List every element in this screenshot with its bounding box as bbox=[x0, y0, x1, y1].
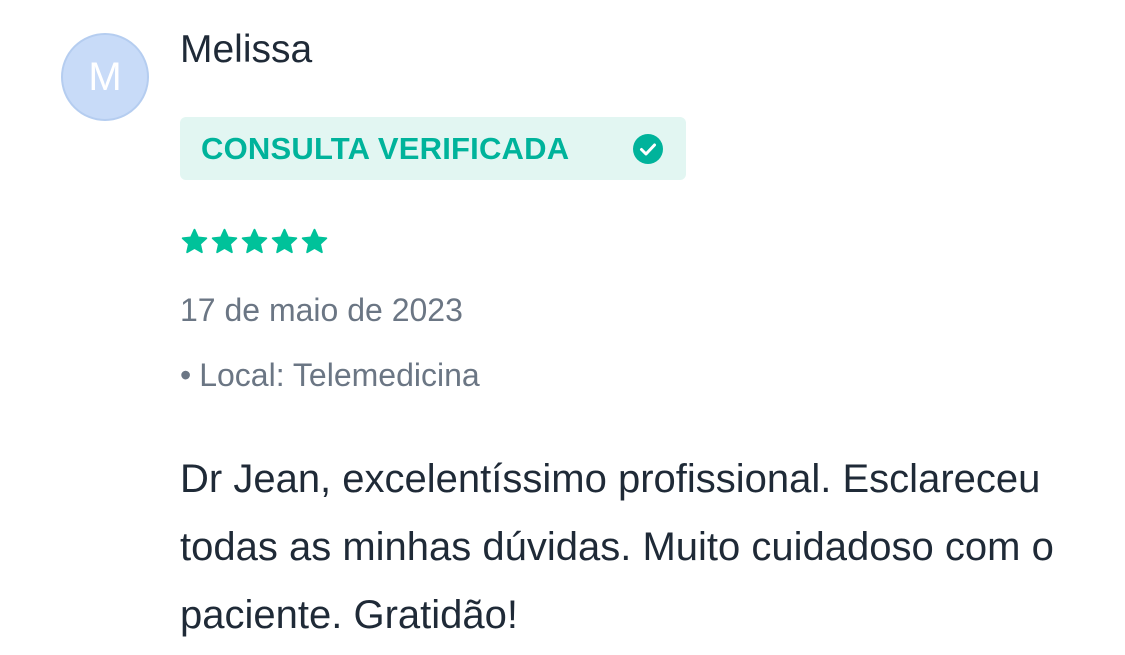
star-icon bbox=[301, 228, 328, 254]
location-bullet: • bbox=[180, 357, 192, 393]
location-label: Local: Telemedicina bbox=[199, 357, 480, 393]
star-rating bbox=[180, 227, 329, 256]
verified-badge: CONSULTA VERIFICADA bbox=[180, 117, 686, 180]
review-location: • Local: Telemedicina bbox=[180, 357, 480, 394]
star-icon bbox=[241, 228, 268, 254]
review-date: 17 de maio de 2023 bbox=[180, 292, 463, 328]
author-name: Melissa bbox=[180, 28, 313, 71]
star-icon bbox=[181, 228, 208, 254]
avatar: M bbox=[61, 33, 149, 121]
review-card: M Melissa CONSULTA VERIFICADA 17 de maio… bbox=[0, 0, 1125, 655]
verified-badge-label: CONSULTA VERIFICADA bbox=[201, 130, 570, 166]
star-icon bbox=[271, 228, 298, 254]
star-icon bbox=[211, 228, 238, 254]
check-circle-icon bbox=[633, 134, 663, 164]
review-comment: Dr Jean, excelentíssimo profissional. Es… bbox=[180, 457, 1054, 637]
